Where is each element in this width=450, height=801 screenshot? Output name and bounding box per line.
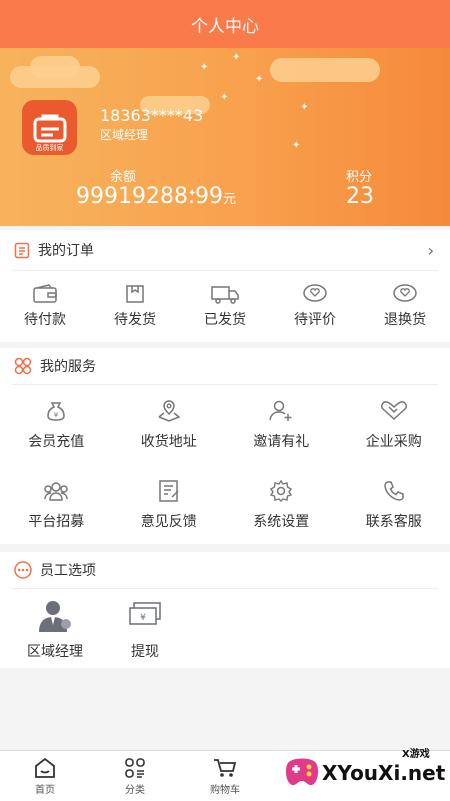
star-icon: ✦ (292, 140, 300, 151)
staff-card: 员工选项 区域经理 ¥ 提现 (0, 552, 450, 668)
staff-header: 员工选项 (0, 552, 450, 588)
order-pending-payment[interactable]: 待付款 (2, 283, 88, 329)
staff-label: 区域经理 (27, 641, 83, 661)
order-pending-shipment[interactable]: 待发货 (92, 283, 178, 329)
phone-icon (382, 479, 406, 503)
order-label: 待评价 (294, 309, 336, 329)
gear-icon (269, 479, 293, 503)
brand-logo: 品质到家 (22, 100, 77, 155)
service-label: 平台招募 (28, 511, 84, 531)
svg-text:¥: ¥ (140, 613, 146, 623)
service-label: 企业采购 (366, 431, 422, 451)
balance-amount: 99919288.99 (76, 184, 223, 209)
watermark-small-text: X游戏 (402, 745, 430, 760)
star-icon: ✦ (300, 102, 308, 113)
service-label: 收货地址 (141, 431, 197, 451)
service-label: 联系客服 (366, 511, 422, 531)
order-pending-review[interactable]: 待评价 (272, 283, 358, 329)
tab-label: 购物车 (210, 781, 240, 796)
service-member-recharge[interactable]: ¥ 会员充值 (0, 385, 113, 465)
service-address[interactable]: 收货地址 (113, 385, 226, 465)
group-icon (42, 479, 70, 503)
order-label: 待发货 (114, 309, 156, 329)
gamepad-logo-icon (282, 753, 322, 793)
cloud-decoration (270, 58, 380, 82)
more-icon (14, 561, 32, 579)
top-bar: 个人中心 (0, 0, 450, 48)
truck-icon (210, 283, 240, 305)
manager-icon (36, 599, 74, 633)
orders-header[interactable]: 我的订单 › (0, 230, 450, 270)
staff-label: 提现 (131, 641, 159, 661)
box-icon (124, 283, 146, 305)
watermark-text: XYouXi.net (322, 761, 445, 785)
service-label: 系统设置 (253, 511, 309, 531)
points-value[interactable]: 23 (346, 184, 374, 209)
order-returns[interactable]: 退换货 (362, 283, 448, 329)
home-icon (33, 757, 57, 779)
tab-home[interactable]: 首页 (0, 751, 90, 801)
order-label: 已发货 (204, 309, 246, 329)
service-settings[interactable]: 系统设置 (225, 465, 338, 545)
money-bag-icon: ¥ (44, 399, 68, 423)
service-invite[interactable]: 邀请有礼 (225, 385, 338, 465)
services-header: 我的服务 (0, 348, 450, 384)
services-title: 我的服务 (40, 356, 96, 376)
balance-label: 余额 (110, 166, 136, 185)
tab-label: 首页 (35, 781, 55, 796)
cloud-decoration (30, 56, 80, 78)
heart-chat-icon (302, 283, 328, 305)
service-label: 意见反馈 (141, 511, 197, 531)
service-label: 邀请有礼 (253, 431, 309, 451)
wallet-icon (32, 283, 58, 305)
service-label: 会员充值 (28, 431, 84, 451)
star-icon: ✦ (220, 92, 228, 103)
tab-category[interactable]: 分类 (90, 751, 180, 801)
handshake-icon (379, 399, 409, 423)
category-icon (123, 757, 147, 779)
balance-unit: 元 (223, 192, 236, 207)
bag-logo-icon (33, 113, 67, 143)
chevron-right-icon: › (428, 241, 434, 260)
staff-withdraw[interactable]: ¥ 提现 (100, 589, 190, 661)
map-pin-icon (156, 399, 182, 423)
cart-icon (212, 757, 238, 779)
order-label: 退换货 (384, 309, 426, 329)
page-title: 个人中心 (191, 12, 259, 37)
orders-title: 我的订单 (38, 240, 94, 260)
service-enterprise[interactable]: 企业采购 (338, 385, 450, 465)
profile-banner: ✦ ✦ ✦ ✦ ✦ ✦ ✦ 品质到家 18363****43 区域经理 余额 9… (0, 48, 450, 226)
heart-chat-icon (392, 283, 418, 305)
services-card: 我的服务 ¥ 会员充值 收货地址 邀请有礼 企业采购 平台招募 意见反馈 (0, 348, 450, 544)
tab-cart[interactable]: 购物车 (180, 751, 270, 801)
feedback-icon (157, 479, 181, 503)
star-icon: ✦ (232, 52, 240, 63)
balance-value[interactable]: 99919288.99元 (76, 184, 236, 209)
logo-caption: 品质到家 (22, 143, 77, 153)
points-label: 积分 (346, 166, 372, 185)
star-icon: ✦ (200, 62, 208, 73)
user-phone: 18363****43 (100, 106, 203, 125)
service-recruit[interactable]: 平台招募 (0, 465, 113, 545)
order-label: 待付款 (24, 309, 66, 329)
orders-card: 我的订单 › 待付款 待发货 已发货 待评价 退换货 (0, 230, 450, 342)
tab-label: 分类 (125, 781, 145, 796)
staff-regional-manager[interactable]: 区域经理 (10, 589, 100, 661)
clipboard-icon (14, 241, 30, 259)
service-contact[interactable]: 联系客服 (338, 465, 450, 545)
user-role: 区域经理 (100, 126, 148, 143)
clover-icon (14, 357, 32, 375)
service-feedback[interactable]: 意见反馈 (113, 465, 226, 545)
add-user-icon (268, 399, 294, 423)
cash-icon: ¥ (126, 599, 164, 633)
staff-title: 员工选项 (40, 560, 96, 580)
order-shipped[interactable]: 已发货 (182, 283, 268, 329)
site-watermark: X游戏 XYouXi.net (282, 743, 442, 798)
svg-text:¥: ¥ (54, 411, 59, 419)
star-icon: ✦ (255, 74, 263, 85)
